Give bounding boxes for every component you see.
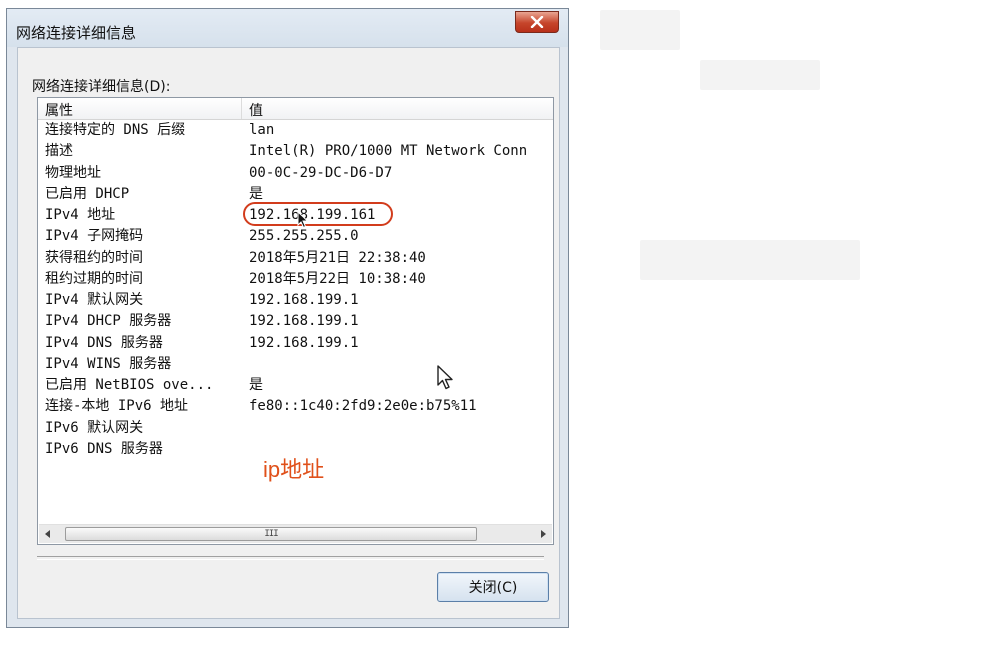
row-value: fe80::1c40:2fd9:2e0e:b75%11	[249, 398, 477, 415]
row-property: IPv4 DHCP 服务器	[45, 313, 172, 330]
arrow-cursor-icon	[437, 365, 453, 390]
row-property: 已启用 DHCP	[45, 185, 130, 202]
chevron-right-icon	[541, 530, 546, 538]
row-property: IPv6 默认网关	[45, 419, 144, 436]
title-bar[interactable]: 网络连接详细信息	[7, 9, 568, 47]
listview-rows: 连接特定的 DNS 后缀 lan 描述 Intel(R) PRO/1000 MT N…	[38, 120, 553, 460]
column-separator[interactable]	[241, 98, 242, 119]
mouse-cursor-icon	[297, 211, 309, 229]
background-artifact	[600, 10, 680, 50]
background-artifact	[700, 60, 820, 90]
list-item[interactable]: 描述 Intel(R) PRO/1000 MT Network Conn	[38, 141, 553, 162]
list-item[interactable]: 物理地址 00-0C-29-DC-D6-D7	[38, 163, 553, 184]
column-header-property[interactable]: 属性	[45, 100, 73, 120]
list-item[interactable]: 获得租约的时间 2018年5月21日 22:38:40	[38, 248, 553, 269]
row-value: 192.168.199.1	[249, 313, 359, 330]
listview-header: 属性 值	[38, 98, 553, 120]
dialog-window: 网络连接详细信息 网络连接详细信息(D): 属性 值 连接特定的 DNS 后缀 l…	[6, 8, 569, 628]
list-item[interactable]: 连接特定的 DNS 后缀 lan	[38, 120, 553, 141]
divider	[37, 556, 544, 560]
row-property: IPv4 默认网关	[45, 292, 144, 308]
row-property: 获得租约的时间	[45, 249, 143, 266]
row-value: lan	[249, 122, 275, 138]
scrollbar-thumb[interactable]: III	[65, 527, 477, 541]
row-property: IPv4 地址	[45, 207, 116, 223]
row-value: Intel(R) PRO/1000 MT Network Conn	[249, 143, 528, 160]
row-property: IPv4 子网掩码	[45, 228, 144, 245]
annotation-label: ip地址	[263, 457, 325, 482]
row-value: 00-0C-29-DC-D6-D7	[249, 164, 393, 181]
row-property: 描述	[45, 143, 73, 160]
close-icon	[530, 16, 544, 28]
row-value: 2018年5月22日 10:38:40	[249, 270, 426, 287]
details-group-label: 网络连接详细信息(D):	[32, 79, 171, 95]
dialog-client-area: 网络连接详细信息(D): 属性 值 连接特定的 DNS 后缀 lan 描述 Inte…	[17, 47, 560, 619]
close-button[interactable]: 关闭(C)	[437, 572, 549, 602]
scroll-right-button[interactable]	[534, 525, 552, 543]
list-item[interactable]: 连接-本地 IPv6 地址 fe80::1c40:2fd9:2e0e:b75%11	[38, 396, 553, 417]
horizontal-scrollbar[interactable]: III	[39, 524, 552, 543]
row-property: 连接-本地 IPv6 地址	[45, 398, 189, 415]
row-property: 已启用 NetBIOS ove...	[45, 377, 214, 393]
list-item[interactable]: IPv6 默认网关	[38, 418, 553, 439]
list-item[interactable]: IPv4 子网掩码 255.255.255.0	[38, 226, 553, 247]
row-value: 255.255.255.0	[249, 228, 359, 245]
chevron-left-icon	[45, 530, 50, 538]
row-value: 2018年5月21日 22:38:40	[249, 249, 426, 266]
scrollbar-grip: III	[264, 529, 278, 539]
column-header-value[interactable]: 值	[249, 100, 263, 120]
scroll-left-button[interactable]	[39, 525, 57, 543]
list-item[interactable]: 已启用 NetBIOS ove... 是	[38, 375, 553, 396]
window-title: 网络连接详细信息	[16, 24, 137, 42]
background-artifact	[640, 240, 860, 280]
list-item[interactable]: IPv4 DHCP 服务器 192.168.199.1	[38, 311, 553, 332]
row-value: 192.168.199.1	[249, 292, 359, 308]
row-property: IPv4 DNS 服务器	[45, 334, 163, 351]
list-item[interactable]: IPv4 DNS 服务器 192.168.199.1	[38, 333, 553, 354]
row-property: 物理地址	[45, 164, 101, 181]
list-item[interactable]: IPv4 默认网关 192.168.199.1	[38, 290, 553, 311]
row-property: 连接特定的 DNS 后缀	[45, 122, 186, 138]
window-close-button[interactable]	[515, 11, 559, 33]
row-property: IPv6 DNS 服务器	[45, 440, 163, 457]
details-listview[interactable]: 属性 值 连接特定的 DNS 后缀 lan 描述 Intel(R) PRO/1000…	[37, 97, 554, 545]
list-item[interactable]: IPv4 WINS 服务器	[38, 354, 553, 375]
row-property: IPv4 WINS 服务器	[45, 355, 172, 372]
row-property: 租约过期的时间	[45, 270, 143, 287]
row-value: 是	[249, 377, 263, 393]
highlight-oval	[243, 202, 393, 226]
list-item[interactable]: 租约过期的时间 2018年5月22日 10:38:40	[38, 269, 553, 290]
row-value: 192.168.199.1	[249, 334, 359, 351]
